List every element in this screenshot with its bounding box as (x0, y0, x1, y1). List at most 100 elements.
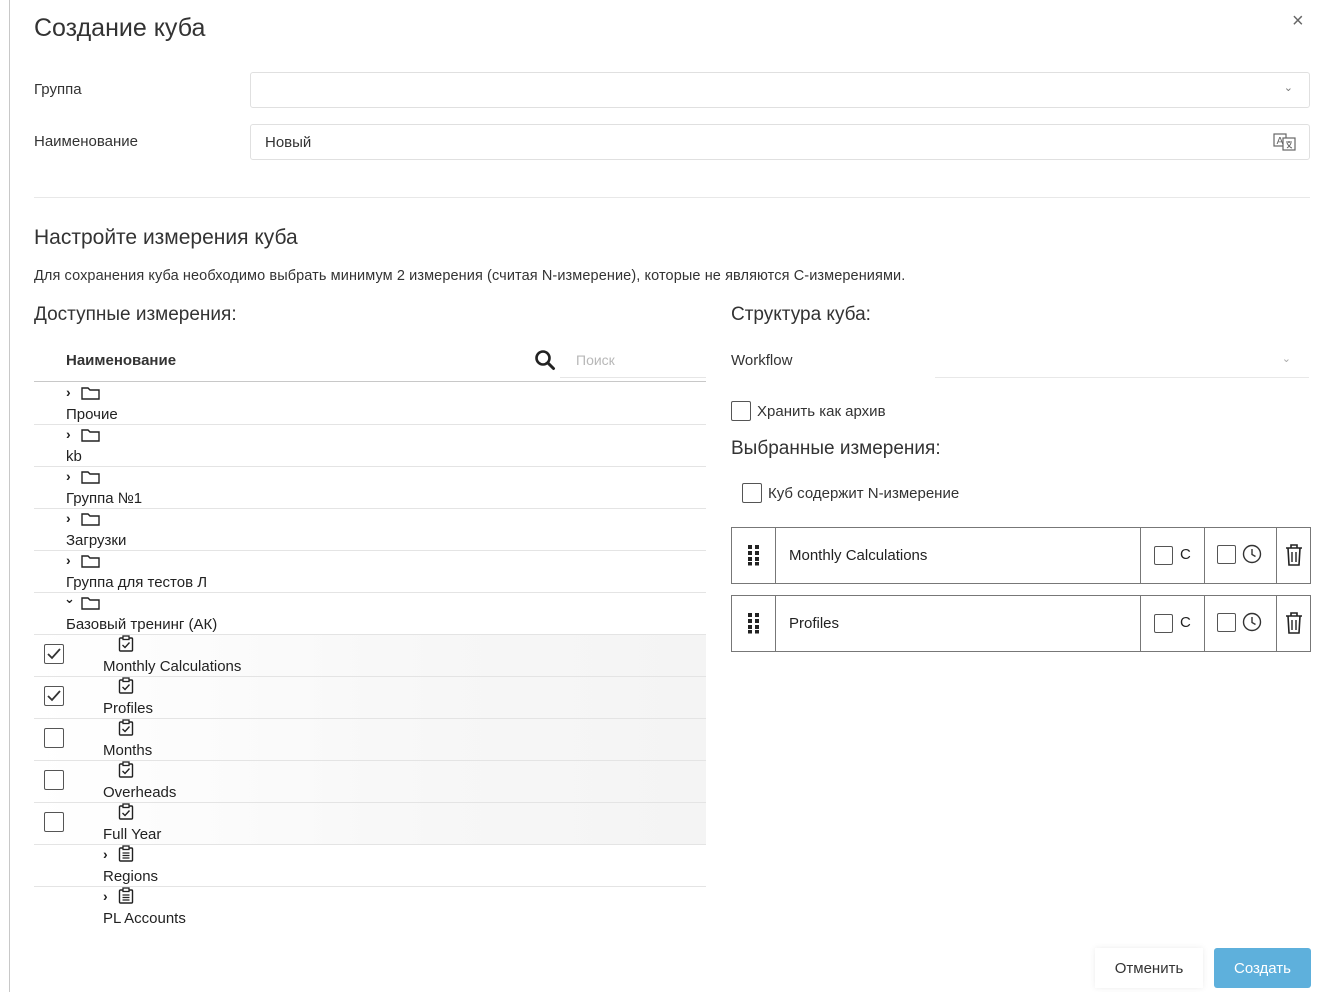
dimension-checkbox[interactable] (44, 686, 64, 706)
tree-dimension-label: Overheads (103, 784, 177, 801)
workflow-label: Workflow (731, 352, 793, 369)
tree-folder-label: Группа для тестов Л (66, 574, 208, 591)
clipboard-check-icon (118, 719, 134, 736)
folder-icon (81, 555, 100, 568)
selected-dimension-name: Profiles (776, 596, 1141, 651)
chevron-down-icon[interactable]: ⌄ (64, 591, 75, 607)
c-dimension-checkbox[interactable] (1154, 546, 1173, 565)
tree-dimension-row[interactable]: Monthly Calculations (34, 635, 706, 677)
selected-dimension-row: Profiles С (731, 595, 1311, 652)
translate-icon[interactable]: A (1273, 132, 1297, 152)
dimensions-section-title: Настройте измерения куба (34, 226, 298, 249)
c-dimension-label: С (1180, 614, 1191, 631)
section-divider (34, 197, 1310, 198)
tree-dimension-label: Regions (103, 868, 159, 885)
delete-button[interactable] (1277, 596, 1311, 651)
tree-folder-label: kb (66, 448, 82, 465)
cube-structure-title: Структура куба: (731, 304, 871, 325)
folder-icon (81, 471, 100, 484)
c-dimension-checkbox[interactable] (1154, 614, 1173, 633)
dimensions-hint: Для сохранения куба необходимо выбрать м… (34, 268, 906, 284)
left-edge-rule (9, 0, 10, 992)
tree-folder-label: Базовый тренинг (АК) (66, 616, 218, 633)
tree-folder-label: Группа №1 (66, 490, 143, 507)
archive-checkbox[interactable] (731, 401, 751, 421)
delete-button[interactable] (1277, 528, 1311, 583)
tree-folder-row-expanded[interactable]: ⌄ Базовый тренинг (АК) (34, 591, 706, 635)
chevron-down-icon: ⌄ (1281, 353, 1291, 365)
dialog-title: Создание куба (34, 14, 206, 42)
chevron-right-icon[interactable]: › (66, 384, 71, 400)
chevron-right-icon[interactable]: › (66, 552, 71, 568)
cancel-button[interactable]: Отменить (1095, 948, 1203, 988)
tree-folder-row[interactable]: › kb (34, 425, 706, 467)
n-dimension-label: Куб содержит N-измерение (768, 485, 960, 502)
chevron-right-icon[interactable]: › (103, 888, 108, 904)
selected-dimensions-title: Выбранные измерения: (731, 438, 941, 459)
selected-dimension-row: Monthly Calculations С (731, 527, 1311, 584)
name-input[interactable]: Новый A (250, 124, 1310, 160)
c-dimension-label: С (1180, 546, 1191, 563)
folder-icon (81, 387, 100, 400)
drag-handle-icon[interactable] (732, 596, 776, 651)
tree-folder-label: Загрузки (66, 532, 127, 549)
tree-dimension-row[interactable]: Overheads (34, 761, 706, 803)
name-input-value: Новый (265, 134, 312, 151)
selected-dimension-label: Profiles (789, 615, 840, 632)
create-button[interactable]: Создать (1214, 948, 1311, 988)
tree-dimension-label: PL Accounts (103, 910, 186, 927)
trash-icon (1286, 544, 1302, 566)
chevron-down-icon: ⌄ (1283, 82, 1293, 94)
chevron-right-icon[interactable]: › (66, 426, 71, 442)
clipboard-check-icon (118, 803, 134, 820)
search-icon[interactable] (534, 349, 556, 371)
tree-dimension-row[interactable]: Full Year (34, 803, 706, 845)
c-dimension-toggle[interactable]: С (1141, 528, 1205, 583)
dimension-checkbox[interactable] (44, 644, 64, 664)
tree-dimension-label: Full Year (103, 826, 162, 843)
drag-handle-icon[interactable] (732, 528, 776, 583)
clipboard-list-icon (118, 845, 134, 862)
dimension-checkbox[interactable] (44, 812, 64, 832)
archive-label: Хранить как архив (757, 403, 886, 420)
dimension-checkbox[interactable] (44, 770, 64, 790)
tree-folder-row[interactable]: › Группа для тестов Л (34, 551, 706, 593)
tree-dimension-label: Profiles (103, 700, 154, 717)
clipboard-check-icon (118, 635, 134, 652)
tree-folder-row[interactable]: › Группа №1 (34, 467, 706, 509)
clipboard-check-icon (118, 761, 134, 778)
tree-dimension-label: Months (103, 742, 153, 759)
selected-dimension-label: Monthly Calculations (789, 547, 928, 564)
clock-icon (1242, 612, 1262, 632)
tree-dimension-row[interactable]: Months (34, 719, 706, 761)
chevron-right-icon[interactable]: › (103, 846, 108, 862)
tree-dimension-row[interactable]: Profiles (34, 677, 706, 719)
column-header-name[interactable]: Наименование (66, 352, 176, 369)
time-dimension-checkbox[interactable] (1217, 545, 1236, 564)
chevron-right-icon[interactable]: › (66, 510, 71, 526)
clipboard-check-icon (118, 677, 134, 694)
chevron-right-icon[interactable]: › (66, 468, 71, 484)
tree-folder-row[interactable]: › Загрузки (34, 509, 706, 551)
tree-dimension-label: Monthly Calculations (103, 658, 242, 675)
selected-dimension-name: Monthly Calculations (776, 528, 1141, 583)
clock-icon (1242, 544, 1262, 564)
folder-icon (81, 513, 100, 526)
tree-dimension-row-expandable[interactable]: › PL Accounts (34, 887, 706, 929)
time-dimension-toggle[interactable] (1205, 528, 1277, 583)
time-dimension-toggle[interactable] (1205, 596, 1277, 651)
group-select[interactable]: ⌄ (250, 72, 1310, 108)
time-dimension-checkbox[interactable] (1217, 613, 1236, 632)
tree-folder-row[interactable]: › Прочие (34, 383, 706, 425)
clipboard-list-icon (118, 887, 134, 904)
c-dimension-toggle[interactable]: С (1141, 596, 1205, 651)
n-dimension-checkbox[interactable] (742, 483, 762, 503)
close-icon[interactable]: × (1292, 10, 1304, 33)
dimension-checkbox[interactable] (44, 728, 64, 748)
tree-folder-label: Прочие (66, 406, 118, 423)
available-dimensions-title: Доступные измерения: (34, 304, 237, 325)
tree-dimension-row-expandable[interactable]: › Regions (34, 845, 706, 887)
search-input[interactable] (560, 342, 706, 378)
folder-icon (81, 429, 100, 442)
workflow-select[interactable]: ⌄ (935, 342, 1309, 378)
